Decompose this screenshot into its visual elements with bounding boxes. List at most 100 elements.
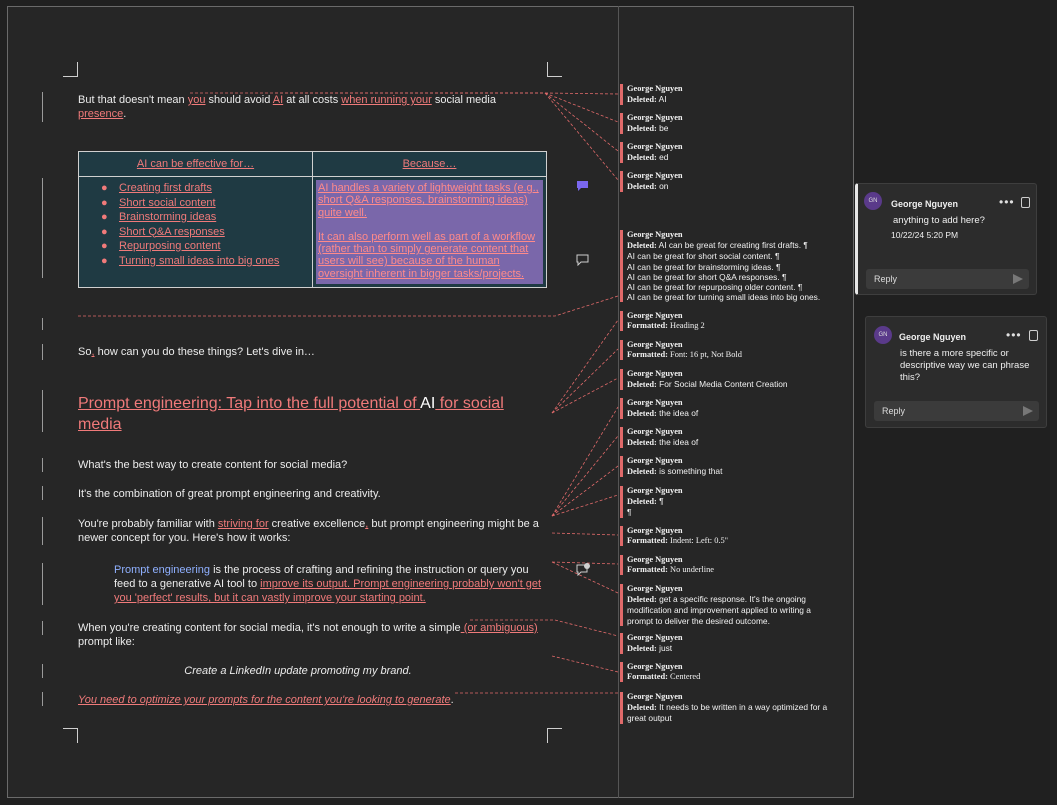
comment-card[interactable]: GN George Nguyen ••• anything to add her… (855, 183, 1037, 295)
table-because-text[interactable]: AI handles a variety of lightweight task… (318, 182, 542, 280)
revision-author: George Nguyen (627, 427, 683, 436)
more-options-icon[interactable]: ••• (999, 195, 1015, 209)
avatar: GN (874, 326, 892, 344)
revision-type: Deleted: (627, 380, 657, 390)
revision-text: the idea of (656, 437, 699, 448)
revision-balloon[interactable]: George Nguyen Formatted: Centered (620, 662, 849, 683)
revision-type: Deleted: (627, 644, 657, 654)
revision-balloon[interactable]: George Nguyen Deleted: just (620, 633, 849, 655)
revision-balloon[interactable]: George Nguyen Deleted: It needs to be wri… (620, 692, 849, 724)
comment-author: George Nguyen (899, 332, 967, 342)
revision-author: George Nguyen (627, 142, 683, 151)
like-icon[interactable] (1029, 330, 1038, 341)
revision-author: George Nguyen (627, 584, 683, 593)
revision-text: is something that (656, 466, 723, 477)
revision-balloon[interactable]: George Nguyen Deleted: AI (620, 84, 849, 106)
paragraph-transition: So, how can you do these things? Let's d… (78, 346, 315, 358)
reply-input[interactable]: Reply (874, 401, 1039, 421)
revision-type: Deleted: (627, 95, 657, 105)
revision-balloon[interactable]: George Nguyen Formatted: Heading 2 (620, 311, 849, 332)
revision-text: on (656, 181, 669, 192)
revision-author: George Nguyen (627, 84, 683, 93)
revision-type: Formatted: (627, 565, 668, 575)
send-icon[interactable] (1013, 274, 1023, 284)
revision-balloon[interactable]: George Nguyen Deleted: the idea of (620, 427, 849, 449)
revision-text-line: AI can be great for turning small ideas … (627, 292, 821, 303)
table-column-divider (312, 152, 313, 287)
revision-balloon[interactable]: George Nguyen Formatted: Indent: Left: 0.… (620, 526, 849, 547)
revision-author: George Nguyen (627, 311, 683, 320)
revision-type: Deleted: (627, 153, 657, 163)
revision-author: George Nguyen (627, 369, 683, 378)
list-item: ● Turning small ideas into big ones (101, 254, 280, 267)
revision-balloon[interactable]: George Nguyen Deleted: be (620, 113, 849, 135)
revision-text-line: prompt to deliver the desired outcome. (627, 615, 770, 626)
definition-quote: Prompt engineering is the process of cra… (114, 564, 542, 604)
revision-balloon[interactable]: George Nguyen Deleted: ¶ ¶ (620, 486, 849, 518)
revision-balloon[interactable]: George Nguyen Deleted: on (620, 171, 849, 193)
more-options-icon[interactable]: ••• (1006, 328, 1022, 342)
revision-author: George Nguyen (627, 171, 683, 180)
revision-balloon[interactable]: George Nguyen Deleted: AI can be great fo… (620, 230, 849, 303)
reply-input[interactable]: Reply (866, 269, 1029, 289)
revision-type: Deleted: (627, 409, 657, 419)
revision-text: just (656, 643, 673, 654)
revision-balloon[interactable]: George Nguyen Deleted: ed (620, 142, 849, 164)
revision-author: George Nguyen (627, 398, 683, 407)
comment-outline-icon[interactable] (576, 254, 589, 269)
revision-text: AI can be great for creating first draft… (656, 240, 808, 251)
revision-author: George Nguyen (627, 486, 683, 495)
revision-text: get a specific response. It's the ongoin… (656, 594, 806, 605)
revision-text-line: AI can be great for short social content… (627, 251, 780, 262)
revision-text-line: ¶ (627, 507, 632, 518)
revision-text: Font: 16 pt, Not Bold (667, 350, 742, 360)
revision-author: George Nguyen (627, 456, 683, 465)
revision-author: George Nguyen (627, 555, 683, 564)
revision-author: George Nguyen (627, 230, 683, 239)
revision-text: Heading 2 (667, 321, 705, 331)
revision-balloon[interactable]: George Nguyen Deleted: get a specific res… (620, 584, 849, 626)
revision-text: be (656, 123, 669, 134)
comment-text: anything to add here? (893, 215, 985, 226)
revision-text: Indent: Left: 0.5" (667, 536, 729, 546)
revision-type: Formatted: (627, 350, 668, 360)
list-item: ● Short social content (101, 196, 216, 209)
comment-card[interactable]: GN George Nguyen ••• is there a more spe… (865, 316, 1047, 428)
list-item: ● Short Q&A responses (101, 225, 225, 238)
revision-text: ¶ (656, 496, 664, 507)
revision-author: George Nguyen (627, 526, 683, 535)
revision-type: Formatted: (627, 536, 668, 546)
revision-text-line: great output (627, 713, 672, 724)
send-icon[interactable] (1023, 406, 1033, 416)
revision-text-line: AI can be great for brainstorming ideas.… (627, 261, 781, 272)
revision-balloon[interactable]: George Nguyen Formatted: No underline (620, 555, 849, 576)
paragraph-creating: When you're creating content for social … (78, 622, 538, 648)
paragraph-optimize: You need to optimize your prompts for th… (78, 694, 454, 706)
list-item: ● Brainstorming ideas (101, 211, 217, 223)
paragraph-intro: But that doesn't mean you should avoid A… (78, 94, 496, 120)
avatar: GN (864, 192, 882, 210)
paragraph-familiar: You're probably familiar with striving f… (78, 518, 539, 544)
table-header-col1: AI can be effective for… (79, 152, 312, 177)
section-heading: Prompt engineering: Tap into the full po… (78, 395, 504, 433)
like-icon[interactable] (1021, 197, 1030, 208)
revision-balloon[interactable]: George Nguyen Deleted: For Social Media C… (620, 369, 849, 391)
revision-type: Deleted: (627, 595, 657, 605)
revision-type: Formatted: (627, 672, 668, 682)
revision-author: George Nguyen (627, 340, 683, 349)
comment-filled-icon[interactable] (576, 180, 589, 195)
paragraph-question: What's the best way to create content fo… (78, 459, 348, 471)
revision-type: Formatted: (627, 321, 668, 331)
revision-type: Deleted: (627, 438, 657, 448)
table-bullet-list: ● Creating first drafts ● Short social con… (101, 181, 279, 268)
comment-text: is there a more specific or descriptive … (900, 348, 1030, 383)
revision-balloon[interactable]: George Nguyen Deleted: is something that (620, 456, 849, 478)
comment-resolved-icon[interactable] (576, 563, 591, 579)
centered-example-prompt: Create a LinkedIn update promoting my br… (184, 665, 412, 677)
revision-text-line: AI can be great for short Q&A responses.… (627, 271, 787, 282)
revision-type: Deleted: (627, 467, 657, 477)
revision-balloon[interactable]: George Nguyen Deleted: the idea of (620, 398, 849, 420)
revision-balloon[interactable]: George Nguyen Formatted: Font: 16 pt, Not… (620, 340, 849, 361)
revision-author: George Nguyen (627, 692, 683, 701)
revision-type: Deleted: (627, 241, 657, 251)
